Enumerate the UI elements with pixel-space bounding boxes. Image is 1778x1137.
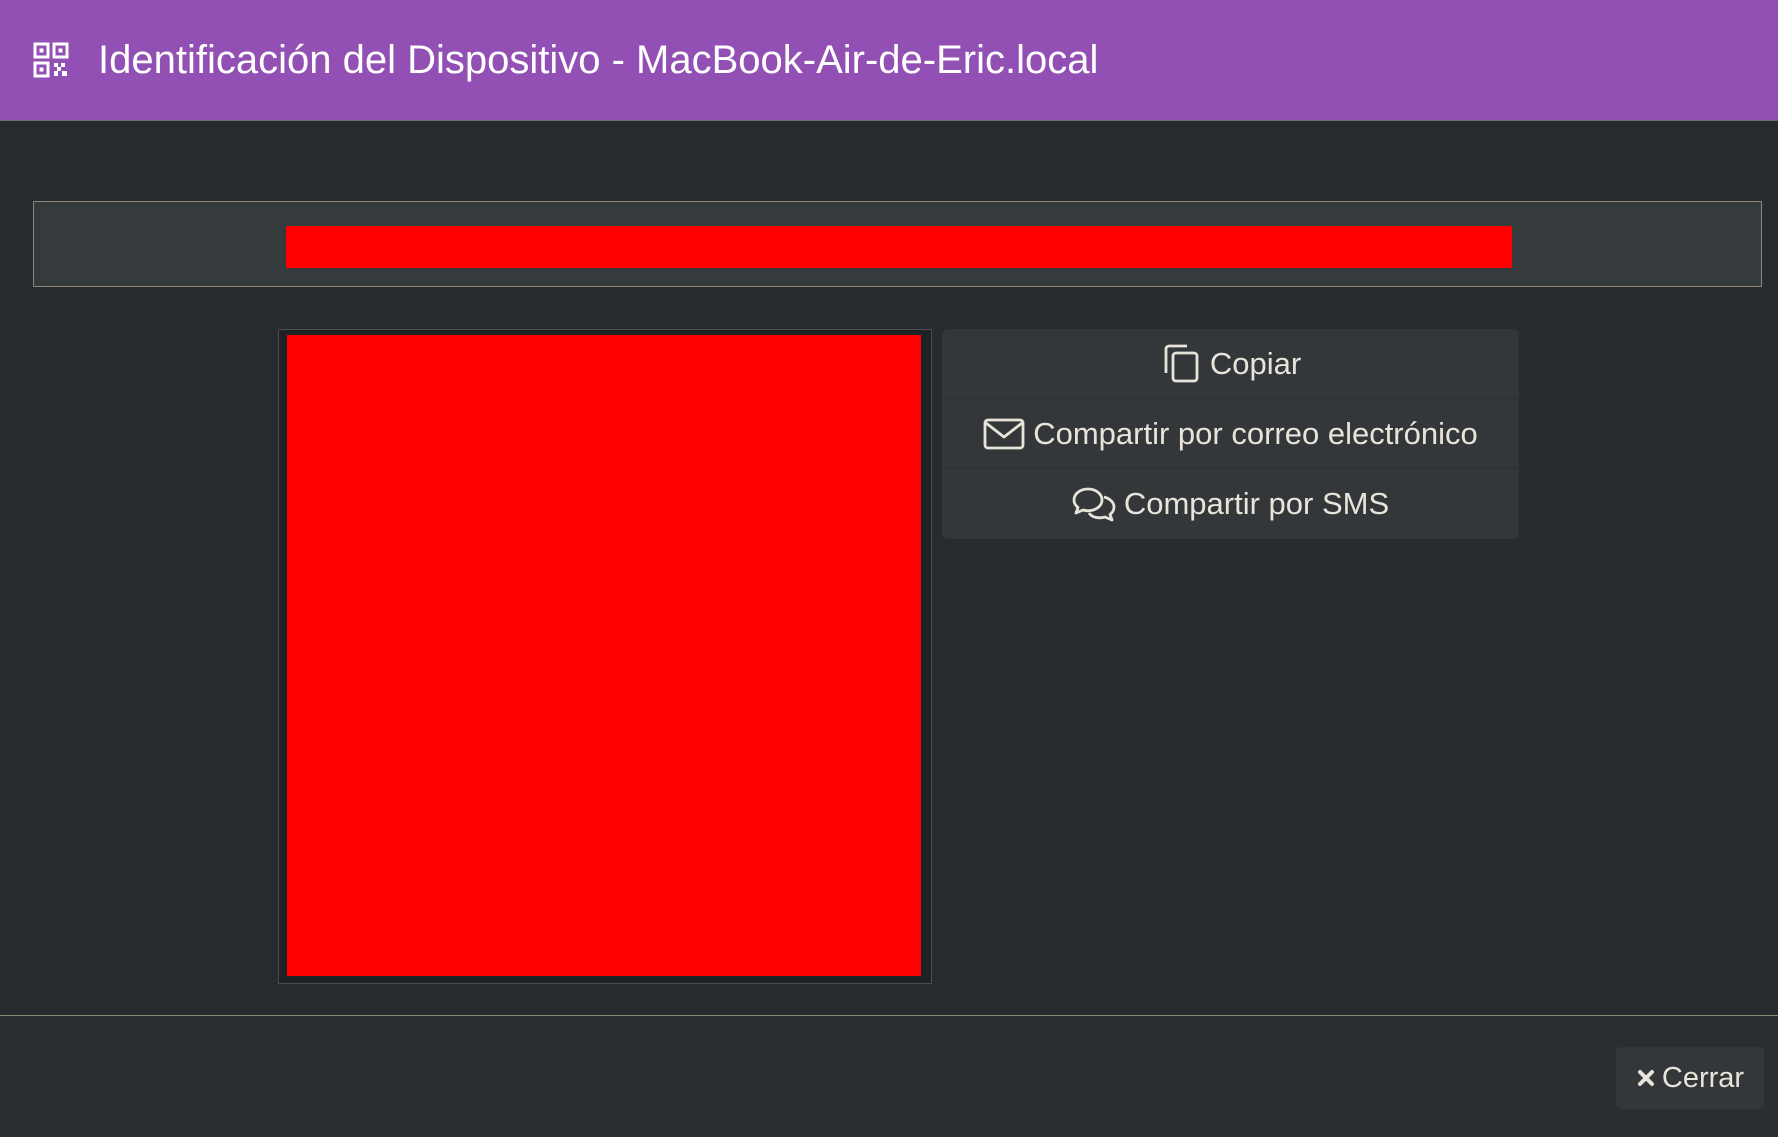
- share-sms-button[interactable]: Compartir por SMS: [942, 469, 1519, 539]
- device-id-field: [33, 201, 1762, 287]
- qr-code-frame: [278, 329, 932, 984]
- share-actions: Copiar Compartir por correo electrónico: [942, 329, 1519, 539]
- close-label: Cerrar: [1661, 1061, 1745, 1094]
- copy-icon: [1160, 343, 1202, 385]
- close-icon: [1636, 1068, 1656, 1088]
- envelope-icon: [983, 417, 1025, 451]
- dialog-title: Identificación del Dispositivo - MacBook…: [98, 38, 1099, 82]
- device-id-dialog: Identificación del Dispositivo - MacBook…: [0, 0, 1778, 1137]
- share-sms-label: Compartir por SMS: [1123, 486, 1390, 521]
- close-button[interactable]: Cerrar: [1616, 1047, 1764, 1109]
- share-email-button[interactable]: Compartir por correo electrónico: [942, 399, 1519, 469]
- qr-code-image-redacted: [287, 335, 921, 976]
- copy-label: Copiar: [1209, 345, 1302, 381]
- comments-icon: [1072, 486, 1116, 522]
- share-email-label: Compartir por correo electrónico: [1033, 415, 1478, 451]
- copy-button[interactable]: Copiar: [942, 329, 1519, 399]
- device-id-value-redacted[interactable]: [286, 226, 1512, 268]
- dialog-footer: Cerrar: [0, 1015, 1778, 1137]
- qrcode-icon: [33, 42, 69, 78]
- dialog-header: Identificación del Dispositivo - MacBook…: [0, 0, 1778, 121]
